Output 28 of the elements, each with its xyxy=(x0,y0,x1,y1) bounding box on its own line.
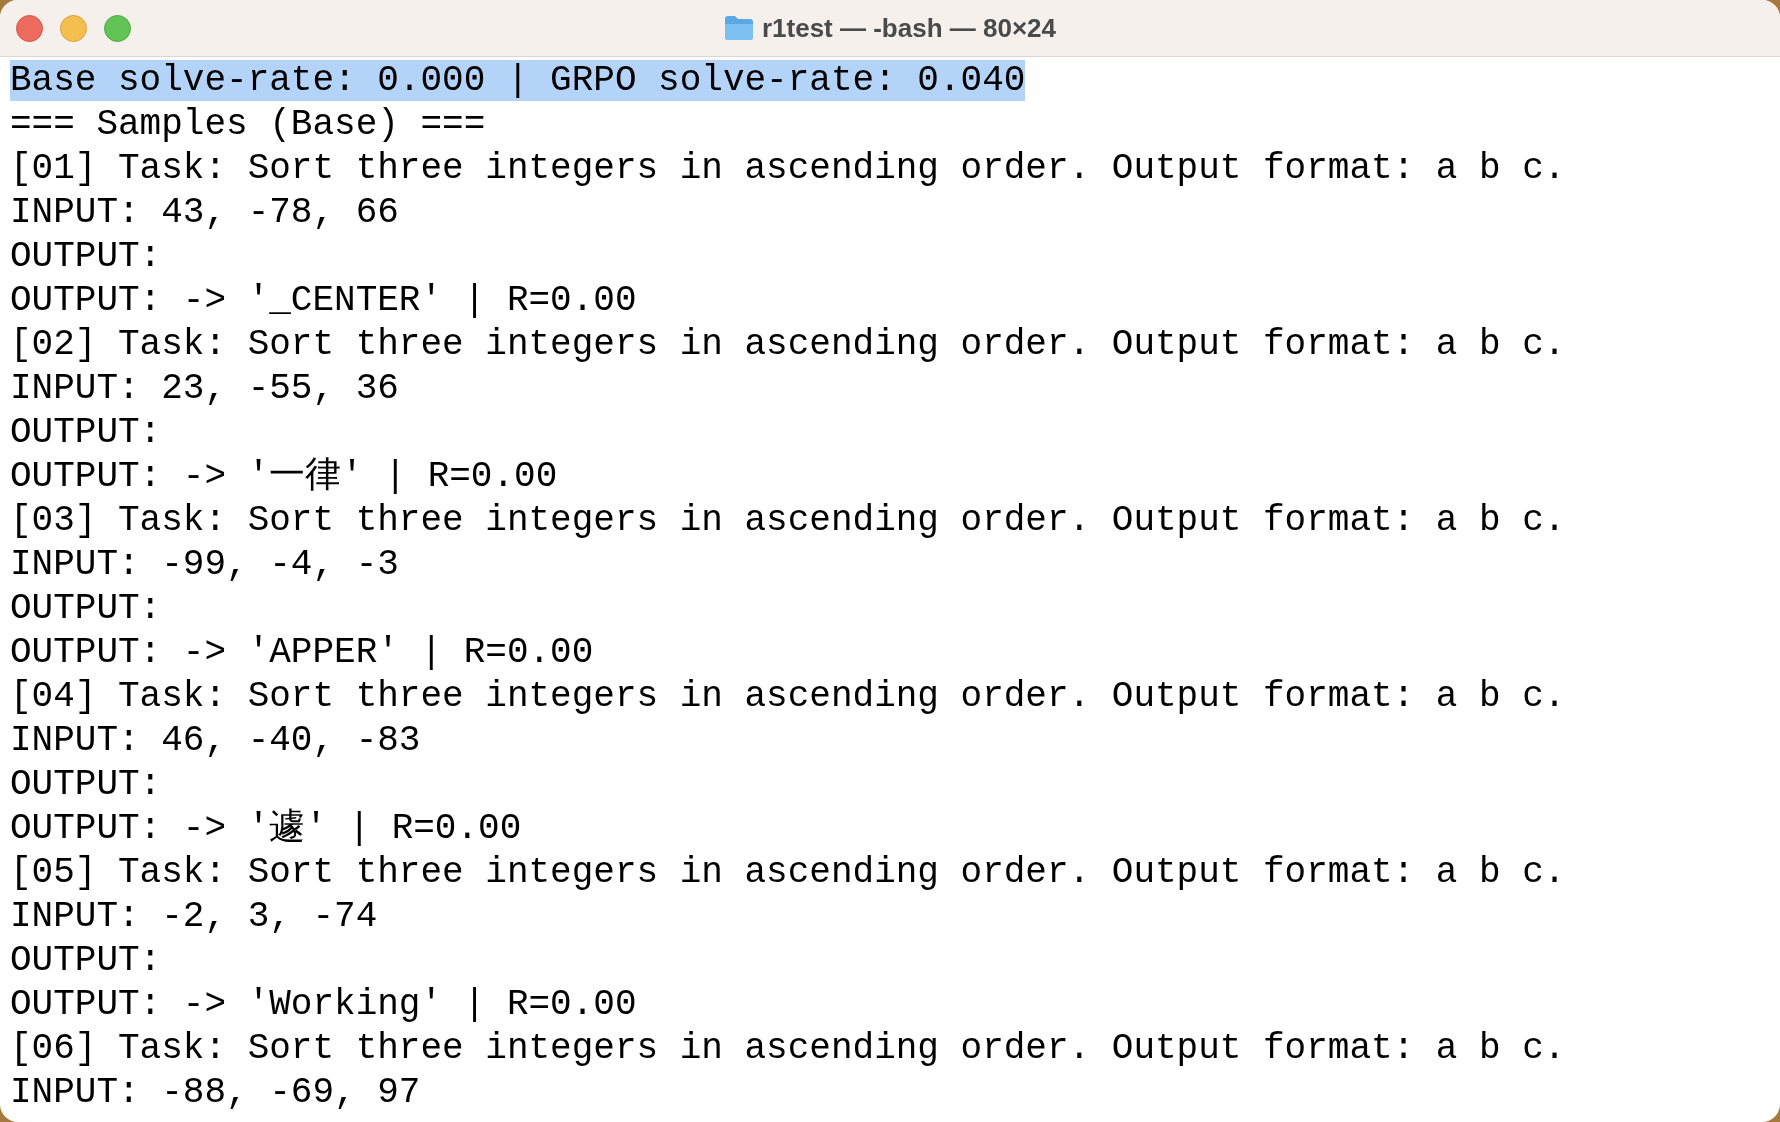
terminal-line: === Samples (Base) === xyxy=(10,104,486,145)
terminal-line: INPUT: 43, -78, 66 xyxy=(10,192,399,233)
terminal-line: INPUT: -2, 3, -74 xyxy=(10,896,378,937)
terminal-line: OUTPUT: -> 'APPER' | R=0.00 xyxy=(10,632,594,673)
terminal-line: [04] Task: Sort three integers in ascending order. Output format: a b c. xyxy=(10,676,1566,717)
terminal-line: [01] Task: Sort three integers in ascending order. Output format: a b c. xyxy=(10,148,1566,189)
terminal-line: INPUT: 23, -55, 36 xyxy=(10,368,399,409)
terminal-line: INPUT: -88, -69, 97 xyxy=(10,1072,421,1113)
terminal-line: OUTPUT: -> 'Working' | R=0.00 xyxy=(10,984,637,1025)
folder-icon xyxy=(723,15,754,41)
terminal-line: OUTPUT: xyxy=(10,940,162,981)
terminal-line: INPUT: 46, -40, -83 xyxy=(10,720,421,761)
terminal-line: OUTPUT: -> '一律' | R=0.00 xyxy=(10,456,558,497)
terminal-line: INPUT: -99, -4, -3 xyxy=(10,544,399,585)
terminal-line: OUTPUT: -> '_CENTER' | R=0.00 xyxy=(10,280,637,321)
terminal-line: OUTPUT: xyxy=(10,412,162,453)
terminal-line: OUTPUT: -> '遽' | R=0.00 xyxy=(10,808,522,849)
terminal-line: OUTPUT: xyxy=(10,588,162,629)
terminal-line: [06] Task: Sort three integers in ascending order. Output format: a b c. xyxy=(10,1028,1566,1069)
zoom-button[interactable] xyxy=(104,14,131,42)
terminal-line: [02] Task: Sort three integers in ascending order. Output format: a b c. xyxy=(10,324,1566,365)
minimize-button[interactable] xyxy=(60,14,87,42)
terminal-line: OUTPUT: xyxy=(10,236,162,277)
window-title: r1test — -bash — 80×24 xyxy=(761,12,1057,44)
terminal-line: [03] Task: Sort three integers in ascending order. Output format: a b c. xyxy=(10,500,1566,541)
terminal-line: OUTPUT: xyxy=(10,764,162,805)
terminal-line: [05] Task: Sort three integers in ascending order. Output format: a b c. xyxy=(10,852,1566,893)
close-button[interactable] xyxy=(16,14,43,42)
